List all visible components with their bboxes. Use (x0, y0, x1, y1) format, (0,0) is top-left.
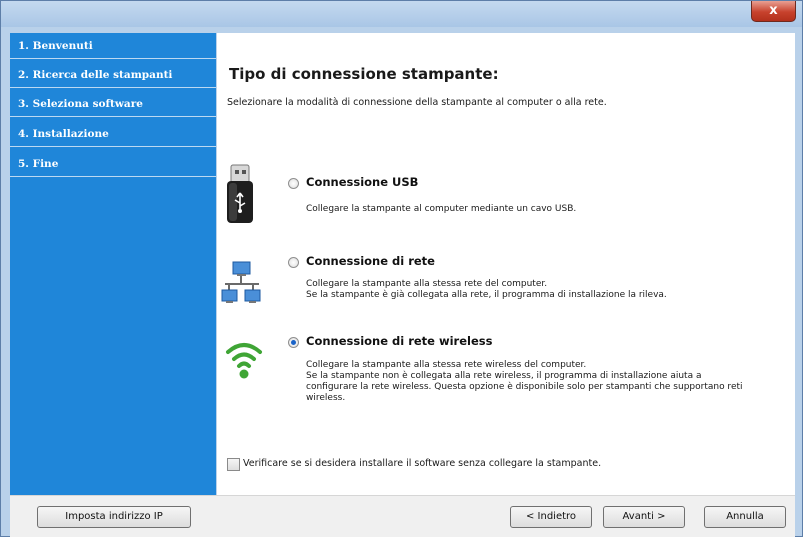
sidebar-item-installazione: 4. Installazione (10, 121, 216, 147)
network-icon (221, 261, 261, 303)
sidebar-item-benvenuti: 1. Benvenuti (10, 33, 216, 59)
back-button[interactable]: < Indietro (510, 506, 592, 528)
wireless-connection-radio[interactable] (288, 337, 299, 348)
usb-drive-icon (227, 164, 253, 223)
next-button[interactable]: Avanti > (603, 506, 685, 528)
wireless-connection-desc-line-4: wireless. (306, 393, 346, 403)
network-connection-desc-line-2: Se la stampante è già collegata alla ret… (306, 290, 667, 300)
wireless-connection-desc-line-3: configurare la rete wireless. Questa opz… (306, 382, 743, 392)
network-connection-label[interactable]: Connessione di rete (306, 254, 435, 268)
usb-connection-radio[interactable] (288, 178, 299, 189)
install-without-printer-checkbox[interactable] (227, 458, 240, 471)
network-connection-radio[interactable] (288, 257, 299, 268)
close-icon: x (769, 3, 778, 18)
button-bar: Imposta indirizzo IP < Indietro Avanti >… (10, 495, 795, 537)
page-subtitle: Selezionare la modalità di connessione d… (227, 97, 607, 108)
wireless-connection-label[interactable]: Connessione di rete wireless (306, 334, 492, 348)
sidebar-item-fine: 5. Fine (10, 151, 216, 177)
sidebar-item-software: 3. Seleziona software (10, 91, 216, 117)
wireless-connection-desc-line-1: Collegare la stampante alla stessa rete … (306, 360, 587, 370)
installer-window: x 1. Benvenuti 2. Ricerca delle stampant… (0, 0, 803, 537)
close-button[interactable]: x (751, 1, 796, 22)
wireless-connection-desc-line-2: Se la stampante non è collegata alla ret… (306, 371, 702, 381)
usb-connection-label[interactable]: Connessione USB (306, 175, 418, 189)
usb-connection-desc: Collegare la stampante al computer media… (306, 204, 577, 214)
page-title: Tipo di connessione stampante: (229, 65, 499, 83)
wireless-icon (226, 343, 262, 379)
steps-sidebar: 1. Benvenuti 2. Ricerca delle stampanti … (10, 33, 216, 495)
set-ip-address-button[interactable]: Imposta indirizzo IP (37, 506, 191, 528)
cancel-button[interactable]: Annulla (704, 506, 786, 528)
sidebar-item-ricerca: 2. Ricerca delle stampanti (10, 62, 216, 88)
install-without-printer-label[interactable]: Verificare se si desidera installare il … (243, 458, 601, 469)
main-panel: Tipo di connessione stampante: Seleziona… (217, 33, 795, 495)
network-connection-desc-line-1: Collegare la stampante alla stessa rete … (306, 279, 548, 289)
title-bar[interactable]: x (1, 1, 802, 27)
